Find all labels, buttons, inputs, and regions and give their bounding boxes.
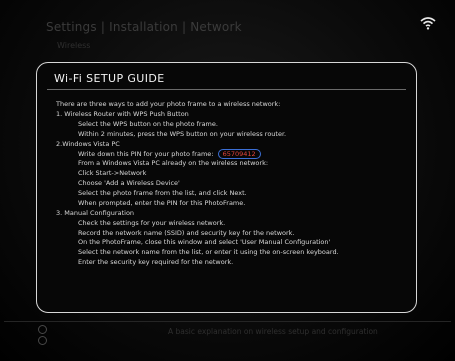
wps-step: Within 2 minutes, press the WPS button o… bbox=[78, 129, 287, 138]
manual-step: Check the settings for your wireless net… bbox=[78, 218, 226, 227]
section-heading-wps: 1. Wireless Router with WPS Push Button bbox=[56, 109, 189, 118]
menu-icon[interactable] bbox=[38, 336, 47, 345]
pin-prefix: Write down this PIN for your photo frame… bbox=[78, 150, 214, 159]
manual-step: Enter the security key required for the … bbox=[78, 258, 234, 267]
footer-divider bbox=[4, 321, 451, 322]
footer-buttons bbox=[38, 325, 48, 347]
breadcrumb: Settings | Installation | Network bbox=[46, 20, 242, 34]
wps-step: Select the WPS button on the photo frame… bbox=[78, 119, 218, 128]
page-subtitle: Wireless bbox=[57, 41, 91, 50]
title-divider bbox=[47, 89, 406, 90]
ok-icon[interactable] bbox=[38, 325, 47, 334]
guide-content: There are three ways to add your photo f… bbox=[56, 100, 408, 268]
footer-hint: A basic explanation on wireless setup an… bbox=[168, 327, 378, 336]
vista-step: When prompted, enter the PIN for this Ph… bbox=[78, 198, 246, 207]
manual-step: Record the network name (SSID) and secur… bbox=[78, 228, 295, 237]
section-heading-vista: 2.Windows Vista PC bbox=[56, 139, 120, 148]
manual-step: On the PhotoFrame, close this window and… bbox=[78, 238, 331, 247]
vista-step: From a Windows Vista PC already on the w… bbox=[78, 159, 269, 168]
screen-background: Settings | Installation | Network Wirele… bbox=[0, 0, 455, 361]
vista-step: Select the photo frame from the list, an… bbox=[78, 189, 247, 198]
vista-step: Click Start->Network bbox=[78, 169, 147, 178]
manual-step: Select the network name from the list, o… bbox=[78, 248, 339, 257]
intro-text: There are three ways to add your photo f… bbox=[56, 100, 281, 108]
section-heading-manual: 3. Manual Configuration bbox=[56, 208, 135, 217]
dialog-title: Wi-Fi SETUP GUIDE bbox=[54, 72, 165, 85]
vista-step: Choose 'Add a Wireless Device' bbox=[78, 179, 180, 188]
pin-code: 65709412 bbox=[217, 149, 261, 160]
wifi-icon bbox=[420, 17, 436, 30]
pin-line: Write down this PIN for your photo frame… bbox=[56, 149, 408, 160]
wifi-setup-guide-dialog: Wi-Fi SETUP GUIDE There are three ways t… bbox=[36, 62, 417, 313]
